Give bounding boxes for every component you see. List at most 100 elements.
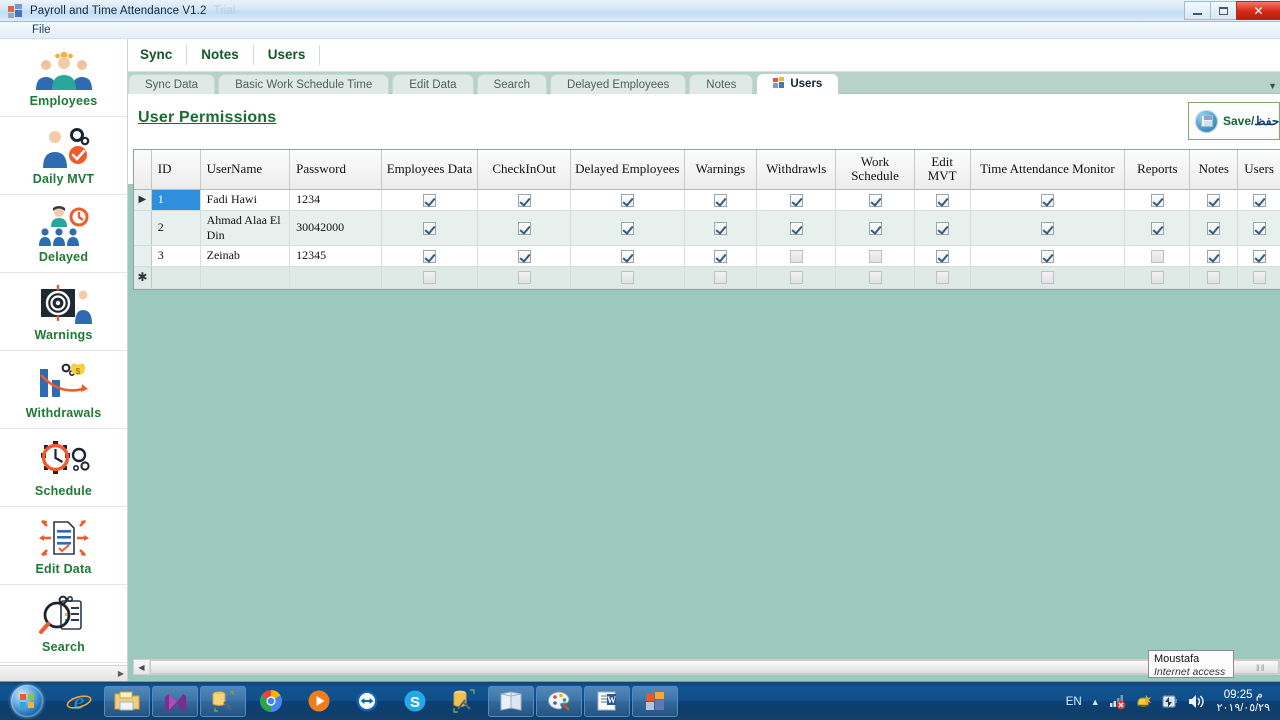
cell-emp_data[interactable] — [381, 266, 479, 289]
network-error-icon[interactable] — [1109, 693, 1126, 710]
column-header-username[interactable]: UserName — [200, 150, 291, 190]
cell-withdraw[interactable] — [756, 266, 837, 289]
tray-language-indicator[interactable]: EN — [1066, 696, 1082, 708]
cell-users[interactable] — [1237, 266, 1280, 289]
save-button[interactable]: Save/حفظ — [1188, 102, 1280, 140]
cell-id[interactable]: 1 — [151, 189, 201, 211]
checkbox-warnings[interactable] — [713, 249, 727, 263]
row-selector[interactable]: ▶ — [134, 189, 152, 211]
cell-delayed[interactable] — [570, 210, 685, 246]
cell-delayed[interactable] — [570, 189, 685, 211]
column-header-notes[interactable]: Notes — [1189, 150, 1239, 190]
tab-sync[interactable]: Sync — [128, 45, 188, 65]
column-header-wsched[interactable]: Work Schedule — [835, 150, 915, 190]
taskbar-clock[interactable]: 09:25 م ٢٠١٩/٠٥/٢٩ — [1213, 689, 1274, 715]
column-header-tamon[interactable]: Time Attendance Monitor — [970, 150, 1126, 190]
checkbox-reports[interactable] — [1150, 249, 1164, 263]
checkbox-tamon[interactable] — [1040, 271, 1054, 285]
checkbox-delayed[interactable] — [620, 193, 634, 207]
checkbox-wsched[interactable] — [868, 193, 882, 207]
checkbox-checkio[interactable] — [517, 221, 531, 235]
checkbox-reports[interactable] — [1150, 193, 1164, 207]
grid-horizontal-scrollbar[interactable]: ◀ ‖‖ — [133, 659, 1280, 675]
cell-wsched[interactable] — [835, 210, 915, 246]
checkbox-withdraw[interactable] — [789, 221, 803, 235]
checkbox-wsched[interactable] — [868, 221, 882, 235]
checkbox-wsched[interactable] — [868, 249, 882, 263]
checkbox-withdraw[interactable] — [789, 193, 803, 207]
checkbox-notes[interactable] — [1207, 221, 1221, 235]
volume-icon[interactable] — [1187, 693, 1204, 710]
cell-delayed[interactable] — [570, 245, 685, 267]
checkbox-users[interactable] — [1252, 221, 1266, 235]
row-selector[interactable] — [134, 245, 152, 267]
column-header-delayed[interactable]: Delayed Employees — [570, 150, 685, 190]
cell-notes[interactable] — [1189, 189, 1239, 211]
user-permissions-grid[interactable]: ID UserName Password Employees Data CheckInO… — [133, 149, 1280, 290]
checkbox-tamon[interactable] — [1040, 193, 1054, 207]
taskbar-button-media-player[interactable] — [296, 686, 342, 717]
close-button[interactable]: ✕ — [1236, 1, 1280, 20]
sub-tab-sync-data[interactable]: Sync Data — [128, 74, 216, 94]
column-header-emp_data[interactable]: Employees Data — [381, 150, 479, 190]
cell-warnings[interactable] — [684, 189, 758, 211]
cell-notes[interactable] — [1189, 266, 1239, 289]
checkbox-users[interactable] — [1252, 271, 1266, 285]
cell-withdraw[interactable] — [756, 189, 837, 211]
cell-notes[interactable] — [1189, 210, 1239, 246]
cell-username[interactable] — [200, 266, 291, 289]
sidebar-item-warnings[interactable]: Warnings — [0, 273, 127, 351]
checkbox-emp_data[interactable] — [422, 249, 436, 263]
taskbar-button-payroll-app[interactable] — [632, 685, 678, 717]
sidebar-item-delayed[interactable]: Delayed — [0, 195, 127, 273]
checkbox-emp_data[interactable] — [422, 271, 436, 285]
checkbox-notes[interactable] — [1207, 249, 1221, 263]
cell-wsched[interactable] — [835, 189, 915, 211]
taskbar-button-internet-explorer[interactable]: e — [56, 686, 102, 717]
cell-password[interactable] — [289, 266, 382, 289]
cell-reports[interactable] — [1124, 210, 1191, 246]
taskbar-button-word[interactable]: W — [584, 685, 630, 717]
cell-checkio[interactable] — [477, 189, 571, 211]
cell-notes[interactable] — [1189, 245, 1239, 267]
checkbox-checkio[interactable] — [517, 249, 531, 263]
cell-tamon[interactable] — [970, 245, 1126, 267]
scroll-left-icon[interactable]: ◀ — [134, 660, 150, 674]
sidebar-item-withdrawals[interactable]: $ Withdrawals — [0, 351, 127, 429]
checkbox-warnings[interactable] — [713, 221, 727, 235]
checkbox-withdraw[interactable] — [789, 249, 803, 263]
cell-id[interactable]: 2 — [151, 210, 201, 246]
checkbox-notes[interactable] — [1207, 271, 1221, 285]
checkbox-users[interactable] — [1252, 249, 1266, 263]
sidebar-item-search[interactable]: Search — [0, 585, 127, 663]
cell-username[interactable]: Zeinab — [200, 245, 291, 267]
cell-password[interactable]: 30042000 — [289, 210, 382, 246]
checkbox-wsched[interactable] — [868, 271, 882, 285]
checkbox-tamon[interactable] — [1040, 249, 1054, 263]
sub-tab-search[interactable]: Search — [476, 74, 548, 94]
column-header-withdraw[interactable]: Withdrawls — [756, 150, 837, 190]
table-row[interactable]: ▶ 1 Fadi Hawi 1234 — [134, 189, 1280, 211]
cell-username[interactable]: Ahmad Alaa El Din — [200, 210, 291, 246]
column-header-checkio[interactable]: CheckInOut — [477, 150, 571, 190]
cell-reports[interactable] — [1124, 189, 1191, 211]
checkbox-emp_data[interactable] — [422, 193, 436, 207]
cell-emp_data[interactable] — [381, 189, 479, 211]
cell-wsched[interactable] — [835, 245, 915, 267]
cell-withdraw[interactable] — [756, 245, 837, 267]
cell-checkio[interactable] — [477, 266, 571, 289]
sidebar-item-employees[interactable]: Employees — [0, 39, 127, 117]
taskbar-button-skype[interactable]: S — [392, 686, 438, 717]
checkbox-delayed[interactable] — [620, 221, 634, 235]
checkbox-emp_data[interactable] — [422, 221, 436, 235]
sidebar-item-edit-data[interactable]: Edit Data — [0, 507, 127, 585]
checkbox-withdraw[interactable] — [789, 271, 803, 285]
checkbox-reports[interactable] — [1150, 221, 1164, 235]
sub-tab-notes[interactable]: Notes — [689, 74, 754, 94]
table-row[interactable]: 3 Zeinab 12345 — [134, 245, 1280, 267]
taskbar-button-teamviewer[interactable] — [344, 686, 390, 717]
cell-checkio[interactable] — [477, 210, 571, 246]
checkbox-editmvt[interactable] — [935, 221, 949, 235]
action-center-icon[interactable] — [1135, 693, 1152, 710]
cell-tamon[interactable] — [970, 266, 1126, 289]
